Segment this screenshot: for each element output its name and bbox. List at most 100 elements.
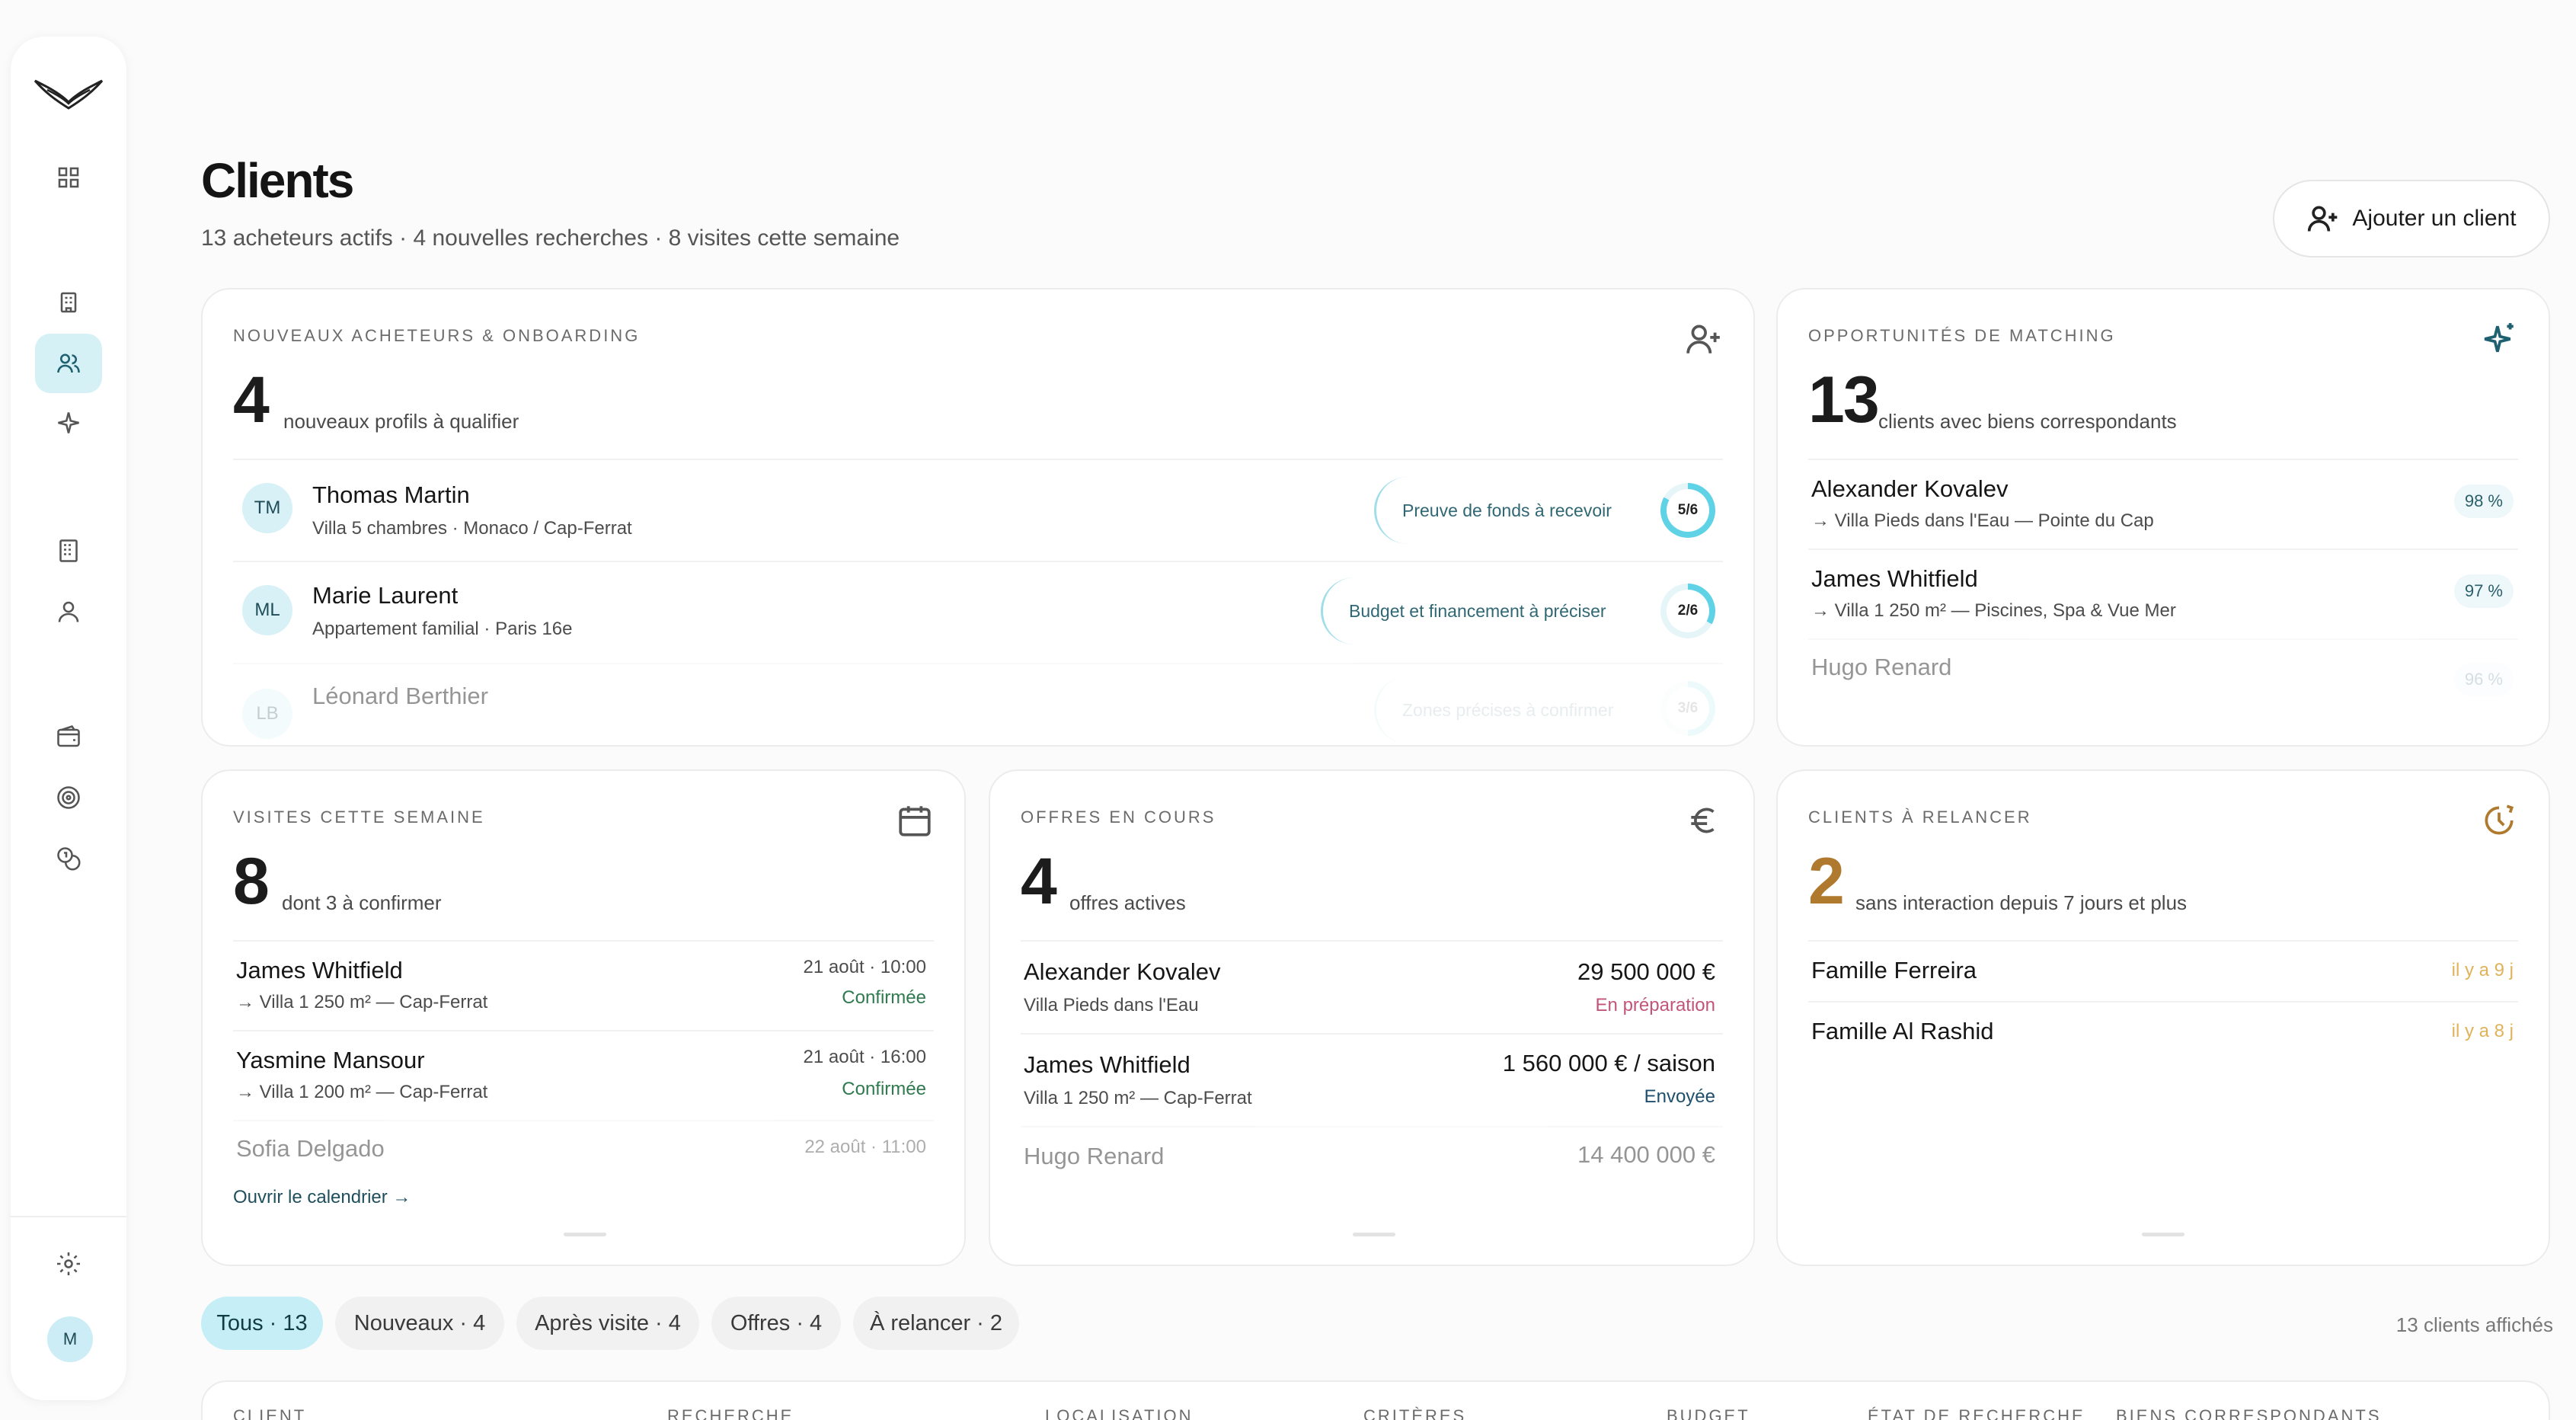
column-header-search-status[interactable]: ÉTAT DE RECHERCHE [1868, 1406, 2085, 1420]
visit-date: 22 août · 11:00 [804, 1137, 926, 1157]
client-name: Sofia Delgado [236, 1135, 385, 1162]
filter-chip-offers[interactable]: Offres · 4 [711, 1297, 841, 1350]
visit-status: Confirmée [842, 987, 926, 1008]
sidebar-item-properties[interactable] [35, 273, 102, 332]
sidebar-item-dashboard[interactable] [35, 148, 102, 207]
filter-chip-all[interactable]: Tous · 13 [201, 1297, 323, 1350]
matched-property: → Villa 1 250 m² — Piscines, Spa & Vue M… [1811, 600, 2176, 621]
column-header-location[interactable]: LOCALISATION [1045, 1406, 1194, 1420]
scroll-indicator [1353, 1233, 1395, 1236]
matching-card: OPPORTUNITÉS DE MATCHING 13 clients avec… [1776, 288, 2550, 747]
scroll-indicator [564, 1233, 606, 1236]
add-client-label: Ajouter un client [2352, 206, 2517, 231]
offer-status: Envoyée [1644, 1086, 1715, 1107]
progress-ring: 5/6 [1660, 483, 1715, 538]
list-item[interactable]: ML Marie Laurent Appartement familial · … [233, 561, 1723, 663]
sidebar-divider [11, 1216, 126, 1217]
list-item[interactable]: TM Thomas Martin Villa 5 chambres · Mona… [233, 459, 1723, 561]
euro-icon[interactable] [1685, 801, 1723, 840]
list-item[interactable]: Alexander Kovalev → Villa Pieds dans l'E… [1808, 459, 2518, 548]
client-search: Villa 5 chambres · Monaco / Cap-Ferrat [312, 518, 632, 539]
offer-property: Villa 1 250 m² — Cap-Ferrat [1024, 1088, 1252, 1108]
list-item[interactable]: Famille Ferreira il y a 9 j [1808, 940, 2518, 1001]
filter-chip-after-visit[interactable]: Après visite · 4 [516, 1297, 699, 1350]
card-label: CLIENTS À RELANCER [1808, 808, 2032, 827]
filter-chip-follow-up[interactable]: À relancer · 2 [853, 1297, 1019, 1350]
add-client-button[interactable]: Ajouter un client [2273, 180, 2550, 257]
column-header-search[interactable]: RECHERCHE [667, 1406, 794, 1420]
progress-ring: 2/6 [1660, 584, 1715, 638]
list-item[interactable]: Yasmine Mansour → Villa 1 200 m² — Cap-F… [233, 1030, 934, 1120]
matching-caption: clients avec biens correspondants [1878, 410, 2177, 433]
client-name: Thomas Martin [312, 481, 470, 508]
visit-property: → Villa 1 250 m² — Cap-Ferrat [236, 992, 488, 1012]
client-name: Hugo Renard [1024, 1143, 1165, 1169]
list-item[interactable]: Sofia Delgado 22 août · 11:00 [233, 1120, 934, 1181]
onboarding-count: 4 [233, 363, 270, 437]
list-item[interactable]: Famille Al Rashid il y a 8 j [1808, 1001, 2518, 1062]
calendar-icon[interactable] [896, 801, 934, 840]
list-item[interactable]: LB Léonard Berthier Zones précises à con… [233, 663, 1723, 745]
visits-caption: dont 3 à confirmer [282, 891, 442, 914]
user-plus-icon[interactable] [1685, 320, 1723, 358]
client-name: Marie Laurent [312, 582, 459, 609]
offer-amount: 29 500 000 € [1577, 958, 1715, 985]
client-name: James Whitfield [1024, 1051, 1191, 1078]
sidebar-item-contacts[interactable] [35, 582, 102, 641]
visit-date: 21 août · 16:00 [803, 1047, 926, 1067]
card-label: NOUVEAUX ACHETEURS & ONBOARDING [233, 326, 641, 345]
sidebar-item-settings[interactable] [35, 1234, 102, 1294]
clients-shown-count: 13 clients affichés [2395, 1313, 2553, 1336]
status-tag: Budget et financement à préciser [1321, 577, 1648, 644]
sidebar-item-commissions[interactable] [35, 829, 102, 888]
logo-wings-icon[interactable] [32, 70, 105, 116]
sidebar-item-goals[interactable] [35, 768, 102, 827]
offer-amount: 1 560 000 € / saison [1502, 1050, 1715, 1076]
last-contact: il y a 9 j [2451, 960, 2514, 980]
list-item[interactable]: James Whitfield Villa 1 250 m² — Cap-Fer… [1021, 1033, 1723, 1126]
card-label: OPPORTUNITÉS DE MATCHING [1808, 326, 2116, 345]
sparkle-icon[interactable] [2480, 320, 2518, 358]
list-item[interactable]: James Whitfield → Villa 1 250 m² — Pisci… [1808, 548, 2518, 638]
avatar[interactable]: M [47, 1316, 93, 1362]
open-calendar-link[interactable]: Ouvrir le calendrier → [233, 1187, 411, 1208]
column-header-criteria[interactable]: CRITÈRES [1363, 1406, 1466, 1420]
column-header-budget[interactable]: BUDGET [1667, 1406, 1750, 1420]
sidebar-item-agencies[interactable] [35, 521, 102, 580]
client-name: James Whitfield [1811, 565, 1978, 592]
clock-icon[interactable] [2480, 801, 2518, 840]
progress-label: 5/6 [1667, 489, 1709, 532]
office-icon [59, 539, 78, 562]
wallet-icon [57, 724, 80, 747]
sidebar-item-matching[interactable] [35, 393, 102, 453]
filter-chip-new[interactable]: Nouveaux · 4 [335, 1297, 504, 1350]
match-score-badge: 98 % [2453, 485, 2514, 518]
coins-icon [57, 847, 81, 871]
page-subtitle: 13 acheteurs actifs · 4 nouvelles recher… [201, 225, 900, 251]
sidebar-item-clients[interactable] [35, 334, 102, 393]
visit-property: → Villa 1 200 m² — Cap-Ferrat [236, 1082, 488, 1102]
followup-caption: sans interaction depuis 7 jours et plus [1855, 891, 2188, 914]
list-item[interactable]: Alexander Kovalev Villa Pieds dans l'Eau… [1021, 940, 1723, 1033]
status-tag: Preuve de fonds à recevoir [1374, 477, 1648, 544]
client-initials: ML [242, 585, 292, 635]
list-item[interactable]: James Whitfield → Villa 1 250 m² — Cap-F… [233, 940, 934, 1030]
offers-caption: offres actives [1069, 891, 1186, 914]
client-initials: LB [242, 689, 292, 739]
visit-date: 21 août · 10:00 [803, 957, 926, 977]
client-name: Hugo Renard [1811, 654, 1952, 680]
status-tag: Zones précises à confirmer [1374, 676, 1648, 744]
column-header-matching-properties[interactable]: BIENS CORRESPONDANTS [2116, 1406, 2382, 1420]
onboarding-caption: nouveaux profils à qualifier [283, 410, 519, 433]
sidebar-item-wallet[interactable] [35, 707, 102, 766]
visit-status: Confirmée [842, 1079, 926, 1099]
offers-card: OFFRES EN COURS 4 offres actives Alexand… [989, 769, 1755, 1266]
list-item[interactable]: Hugo Renard 96 % [1808, 638, 2518, 715]
target-icon [57, 786, 80, 809]
progress-label: 2/6 [1667, 590, 1709, 632]
list-item[interactable]: Hugo Renard 14 400 000 € [1021, 1126, 1723, 1195]
offer-property: Villa Pieds dans l'Eau [1024, 995, 1199, 1015]
offers-count: 4 [1021, 845, 1057, 918]
building-icon [60, 292, 77, 313]
column-header-client[interactable]: CLIENT [233, 1406, 306, 1420]
